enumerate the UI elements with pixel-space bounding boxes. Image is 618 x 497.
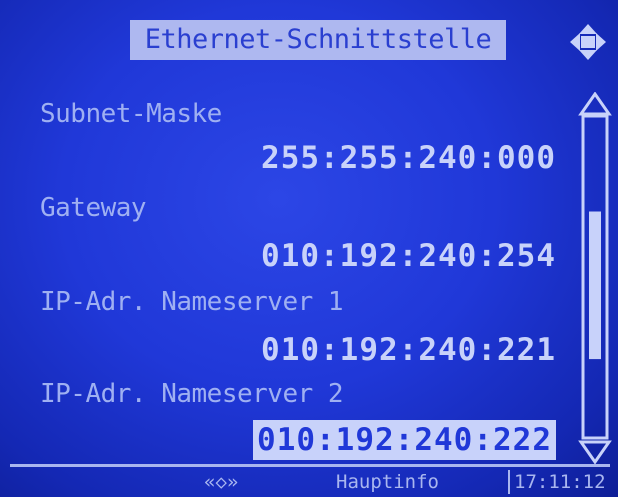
nameserver-1-label: IP-Adr. Nameserver 1 (40, 287, 344, 317)
nav-arrows-icon[interactable]: «◇» (204, 467, 238, 497)
scroll-down-arrow-icon (578, 440, 612, 464)
nameserver-2-value[interactable]: 010:192:240:222 (253, 420, 556, 460)
scroll-up-arrow-icon (578, 92, 612, 116)
clock: 17:11:12 (514, 471, 606, 493)
footer-bar: «◇» Hauptinfo 17:11:12 (0, 467, 618, 497)
scrollbar[interactable] (578, 92, 612, 464)
subnet-mask-label: Subnet-Maske (40, 99, 222, 129)
footer-separator (508, 470, 510, 494)
nameserver-1-value[interactable]: 010:192:240:221 (261, 330, 556, 370)
lcd-screen: Ethernet-Schnittstelle Subnet-Maske 255:… (0, 0, 618, 497)
scroll-thumb (589, 211, 601, 360)
page-title: Ethernet-Schnittstelle (130, 20, 506, 60)
softkey-main-info[interactable]: Hauptinfo (336, 467, 439, 497)
subnet-mask-value[interactable]: 255:255:240:000 (261, 138, 556, 178)
nameserver-2-label: IP-Adr. Nameserver 2 (40, 379, 344, 409)
four-way-arrow-icon[interactable] (568, 22, 608, 62)
gateway-label: Gateway (40, 193, 147, 223)
gateway-value[interactable]: 010:192:240:254 (261, 236, 556, 276)
